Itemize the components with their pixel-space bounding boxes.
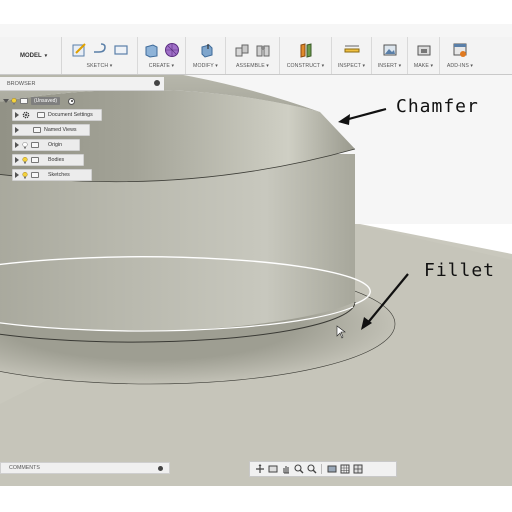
make-group[interactable]: MAKE ▾ [408,37,440,74]
browser-panel-header[interactable]: BROWSER [0,77,164,91]
insert-image-icon[interactable] [381,41,399,59]
line-icon[interactable] [91,41,109,59]
visibility-bulb-icon[interactable] [11,97,17,105]
look-at-icon[interactable] [267,464,278,475]
viewports-icon[interactable] [352,464,363,475]
expand-icon[interactable] [15,127,19,133]
visibility-bulb-icon[interactable] [22,141,28,149]
radio-icon[interactable] [68,97,76,105]
tree-item-label: Named Views [44,127,77,133]
canvas-viewport[interactable] [0,24,512,486]
navigation-bar [249,461,397,477]
comments-label: COMMENTS [9,465,40,471]
tree-item-bodies[interactable]: Bodies [12,154,84,166]
folder-icon [37,112,45,118]
grid-icon[interactable] [339,464,350,475]
comments-pin-icon[interactable] [158,466,163,471]
measure-icon[interactable] [343,41,361,59]
form-icon[interactable] [163,41,181,59]
assemble-label: ASSEMBLE ▾ [235,63,269,69]
toolbar: MODEL ▾ SKETCH ▾ CREATE ▾ MODIFY ▾ ASSEM… [0,37,512,75]
display-icon[interactable] [326,464,337,475]
rectangle-icon[interactable] [112,41,130,59]
press-pull-icon[interactable] [197,41,215,59]
make-label: MAKE ▾ [413,63,434,69]
create-label: CREATE ▾ [148,63,175,69]
construct-group[interactable]: CONSTRUCT ▾ [280,37,332,74]
offset-plane-icon[interactable] [297,41,315,59]
app-window: MODEL ▾ SKETCH ▾ CREATE ▾ MODIFY ▾ ASSEM… [0,24,512,486]
pin-icon[interactable] [154,80,160,86]
chevron-down-icon: ▾ [44,52,48,59]
3d-print-icon[interactable] [415,41,433,59]
modify-group[interactable]: MODIFY ▾ [186,37,226,74]
root-label: (Unsaved) [31,97,61,105]
gear-icon [22,111,30,119]
scripts-icon[interactable] [451,41,469,59]
visibility-bulb-icon[interactable] [22,156,28,164]
expand-icon[interactable] [15,172,19,178]
insert-group[interactable]: INSERT ▾ [372,37,408,74]
assemble-group[interactable]: ASSEMBLE ▾ [226,37,280,74]
create-sketch-icon[interactable] [70,41,88,59]
tree-item-label: Document Settings [48,112,93,118]
comments-panel[interactable]: COMMENTS [0,462,170,474]
folder-icon [31,142,39,148]
sketch-group[interactable]: SKETCH ▾ [62,37,138,74]
joint-icon[interactable] [254,41,272,59]
tree-item-document-settings[interactable]: Document Settings [12,109,102,121]
zoom-window-icon[interactable] [306,464,317,475]
document-icon [20,98,28,104]
create-group[interactable]: CREATE ▾ [138,37,186,74]
add-ins-label: ADD-INS ▾ [446,63,474,69]
modify-label: MODIFY ▾ [193,63,218,69]
browser-title: BROWSER [7,80,36,87]
expand-icon[interactable] [15,112,19,118]
sketch-label: SKETCH ▾ [86,63,113,69]
workspace-label: MODEL [20,52,42,59]
visibility-bulb-icon[interactable] [22,171,28,179]
add-ins-group[interactable]: ADD-INS ▾ [440,37,480,74]
folder-icon [33,127,41,133]
expand-icon[interactable] [15,142,19,148]
tree-item-label: Sketches [48,172,70,178]
zoom-icon[interactable] [293,464,304,475]
tree-item-label: Origin [48,142,63,148]
expand-icon[interactable] [15,157,19,163]
tree-item-origin[interactable]: Origin [12,139,80,151]
tree-item-sketches[interactable]: Sketches [12,169,92,181]
construct-label: CONSTRUCT ▾ [286,63,325,69]
extrude-icon[interactable] [142,41,160,59]
inspect-label: INSPECT ▾ [337,63,366,69]
new-component-icon[interactable] [233,41,251,59]
inspect-group[interactable]: INSPECT ▾ [332,37,372,74]
workspace-switcher[interactable]: MODEL ▾ [0,37,62,74]
tree-item-named-views[interactable]: Named Views [12,124,90,136]
folder-icon [31,157,39,163]
folder-icon [31,172,39,178]
hand-icon[interactable] [280,464,291,475]
chamfer-annotation: Chamfer [396,96,479,117]
expand-icon[interactable] [3,99,9,103]
fillet-annotation: Fillet [424,260,496,281]
orbit-icon[interactable] [254,464,265,475]
tree-root[interactable]: (Unsaved) [2,95,102,107]
insert-label: INSERT ▾ [377,63,402,69]
tree-item-label: Bodies [48,157,65,163]
